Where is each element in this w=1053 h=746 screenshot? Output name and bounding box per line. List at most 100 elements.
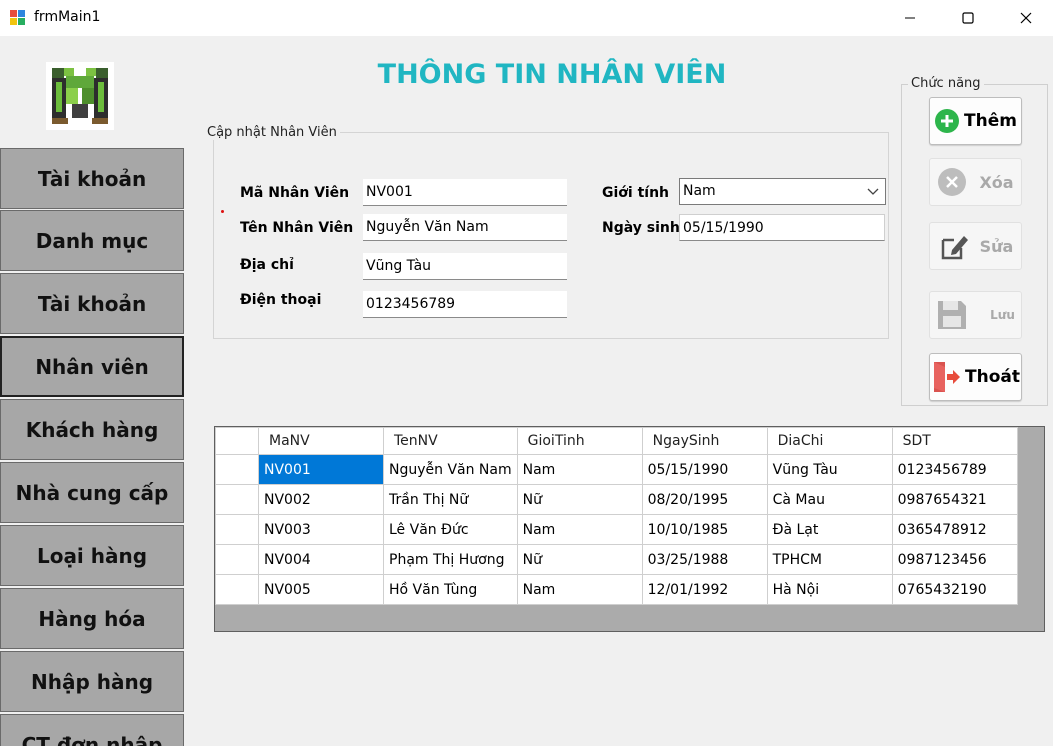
table-cell[interactable]: 08/20/1995 [641, 484, 768, 515]
table-cell[interactable]: 05/15/1990 [641, 454, 768, 485]
employee-table: MaNV TenNV GioiTinh NgaySinh DiaChi SDT … [215, 427, 1018, 605]
employee-grid[interactable]: MaNV TenNV GioiTinh NgaySinh DiaChi SDT … [214, 426, 1045, 632]
menu-ct-don-nhap[interactable]: CT đơn nhập [0, 714, 184, 746]
table-row[interactable]: NV004 Phạm Thị Hương Nữ 03/25/1988 TPHCM… [215, 544, 1018, 575]
table-cell[interactable]: Nam [516, 514, 643, 545]
ngay-sinh-input[interactable]: 05/15/1990 [679, 214, 885, 241]
table-cell[interactable]: Nữ [516, 544, 643, 575]
maximize-icon [962, 12, 974, 24]
table-row[interactable]: NV001 Nguyễn Văn Nam Nam 05/15/1990 Vũng… [215, 454, 1018, 485]
dia-chi-label: Địa chỉ [240, 257, 294, 273]
edit-icon [941, 236, 968, 260]
delete-icon [938, 168, 967, 196]
gioi-tinh-value: Nam [683, 183, 716, 199]
close-button[interactable] [997, 0, 1053, 36]
menu-khach-hang[interactable]: Khách hàng [0, 399, 184, 460]
column-header-ngaysinh[interactable]: NgaySinh [641, 427, 768, 455]
table-cell[interactable]: NV005 [258, 574, 384, 605]
table-cell[interactable]: NV002 [258, 484, 384, 515]
table-cell[interactable]: 03/25/1988 [641, 544, 768, 575]
add-icon [935, 109, 960, 133]
menu-loai-hang[interactable]: Loại hàng [0, 525, 184, 586]
table-cell[interactable]: Trần Thị Nữ [383, 484, 518, 515]
column-header-sdt[interactable]: SDT [891, 427, 1018, 455]
ma-nv-input[interactable]: NV001 [363, 179, 567, 206]
table-cell[interactable]: NV003 [258, 514, 384, 545]
table-row[interactable]: NV002 Trần Thị Nữ Nữ 08/20/1995 Cà Mau 0… [215, 484, 1018, 515]
minimize-icon [905, 17, 915, 19]
table-cell[interactable]: Hồ Văn Tùng [383, 574, 518, 605]
menu-nha-cung-cap[interactable]: Nhà cung cấp [0, 462, 184, 523]
column-header-gioitinh[interactable]: GioiTinh [516, 427, 643, 455]
update-group-title: Cập nhật Nhân Viên [204, 125, 340, 140]
xoa-button[interactable]: Xóa [929, 158, 1022, 206]
table-cell[interactable]: Cà Mau [766, 484, 893, 515]
dien-thoai-label: Điện thoại [240, 292, 322, 308]
table-row[interactable]: NV003 Lê Văn Đức Nam 10/10/1985 Đà Lạt 0… [215, 514, 1018, 545]
table-cell[interactable]: 0987654321 [891, 484, 1018, 515]
table-cell[interactable]: 0365478912 [891, 514, 1018, 545]
ma-nv-label: Mã Nhân Viên [240, 185, 350, 201]
table-cell[interactable]: Nam [516, 574, 643, 605]
row-header[interactable] [215, 544, 259, 575]
menu-danh-muc[interactable]: Danh mục [0, 210, 184, 271]
dien-thoai-input[interactable]: 0123456789 [363, 291, 567, 318]
dia-chi-input[interactable]: Vũng Tàu [363, 253, 567, 280]
window-title: frmMain1 [34, 9, 101, 25]
table-row[interactable]: NV005 Hồ Văn Tùng Nam 12/01/1992 Hà Nội … [215, 574, 1018, 605]
table-cell[interactable]: NV004 [258, 544, 384, 575]
menu-nhan-vien[interactable]: Nhân viên [0, 336, 184, 397]
table-cell[interactable]: Hà Nội [766, 574, 893, 605]
table-cell[interactable]: Nguyễn Văn Nam [383, 454, 518, 485]
table-cell[interactable]: Lê Văn Đức [383, 514, 518, 545]
table-cell[interactable]: 0987123456 [891, 544, 1018, 575]
save-icon [938, 301, 967, 329]
table-cell[interactable]: 12/01/1992 [641, 574, 768, 605]
app-icon [10, 10, 26, 26]
table-cell[interactable]: 0123456789 [891, 454, 1018, 485]
row-header[interactable] [215, 454, 259, 485]
page-title: THÔNG TIN NHÂN VIÊN [377, 59, 727, 90]
luu-button[interactable]: Lưu [929, 291, 1022, 339]
close-icon [1020, 12, 1032, 24]
thoat-label: Thoát [965, 367, 1020, 387]
table-cell[interactable]: Nữ [516, 484, 643, 515]
maximize-button[interactable] [939, 0, 997, 36]
column-header-diachi[interactable]: DiaChi [766, 427, 893, 455]
table-cell[interactable]: Phạm Thị Hương [383, 544, 518, 575]
chevron-down-icon [867, 188, 879, 195]
menu-tai-khoan[interactable]: Tài khoản [0, 148, 184, 209]
row-header[interactable] [215, 484, 259, 515]
table-header-row: MaNV TenNV GioiTinh NgaySinh DiaChi SDT [215, 427, 1018, 455]
thoat-button[interactable]: Thoát [929, 353, 1022, 401]
gioi-tinh-select[interactable]: Nam [679, 178, 886, 205]
table-cell[interactable]: Đà Lạt [766, 514, 893, 545]
menu-nhap-hang[interactable]: Nhập hàng [0, 651, 184, 712]
logo-icon [50, 66, 110, 126]
table-cell[interactable]: Vũng Tàu [766, 454, 893, 485]
them-button[interactable]: Thêm [929, 97, 1022, 145]
minimize-button[interactable] [881, 0, 939, 36]
luu-label: Lưu [990, 308, 1015, 322]
table-cell[interactable]: 10/10/1985 [641, 514, 768, 545]
gioi-tinh-label: Giới tính [602, 185, 670, 201]
ten-nv-label: Tên Nhân Viên [240, 220, 354, 236]
exit-icon [934, 362, 960, 392]
ten-nv-input[interactable]: Nguyễn Văn Nam [363, 214, 567, 241]
row-header[interactable] [215, 574, 259, 605]
table-cell[interactable]: 0765432190 [891, 574, 1018, 605]
row-header[interactable] [215, 514, 259, 545]
sua-button[interactable]: Sửa [929, 222, 1022, 270]
column-header-tennv[interactable]: TenNV [383, 427, 518, 455]
menu-hang-hoa[interactable]: Hàng hóa [0, 588, 184, 649]
column-header-manv[interactable]: MaNV [258, 427, 384, 455]
row-header-corner [215, 427, 259, 455]
ngay-sinh-label: Ngày sinh [602, 220, 680, 236]
table-cell[interactable]: Nam [516, 454, 643, 485]
table-cell[interactable]: TPHCM [766, 544, 893, 575]
table-cell[interactable]: NV001 [258, 454, 384, 485]
title-bar: frmMain1 [0, 0, 1053, 36]
required-marker [221, 210, 224, 213]
them-label: Thêm [964, 111, 1017, 131]
menu-tai-khoan-2[interactable]: Tài khoản [0, 273, 184, 334]
